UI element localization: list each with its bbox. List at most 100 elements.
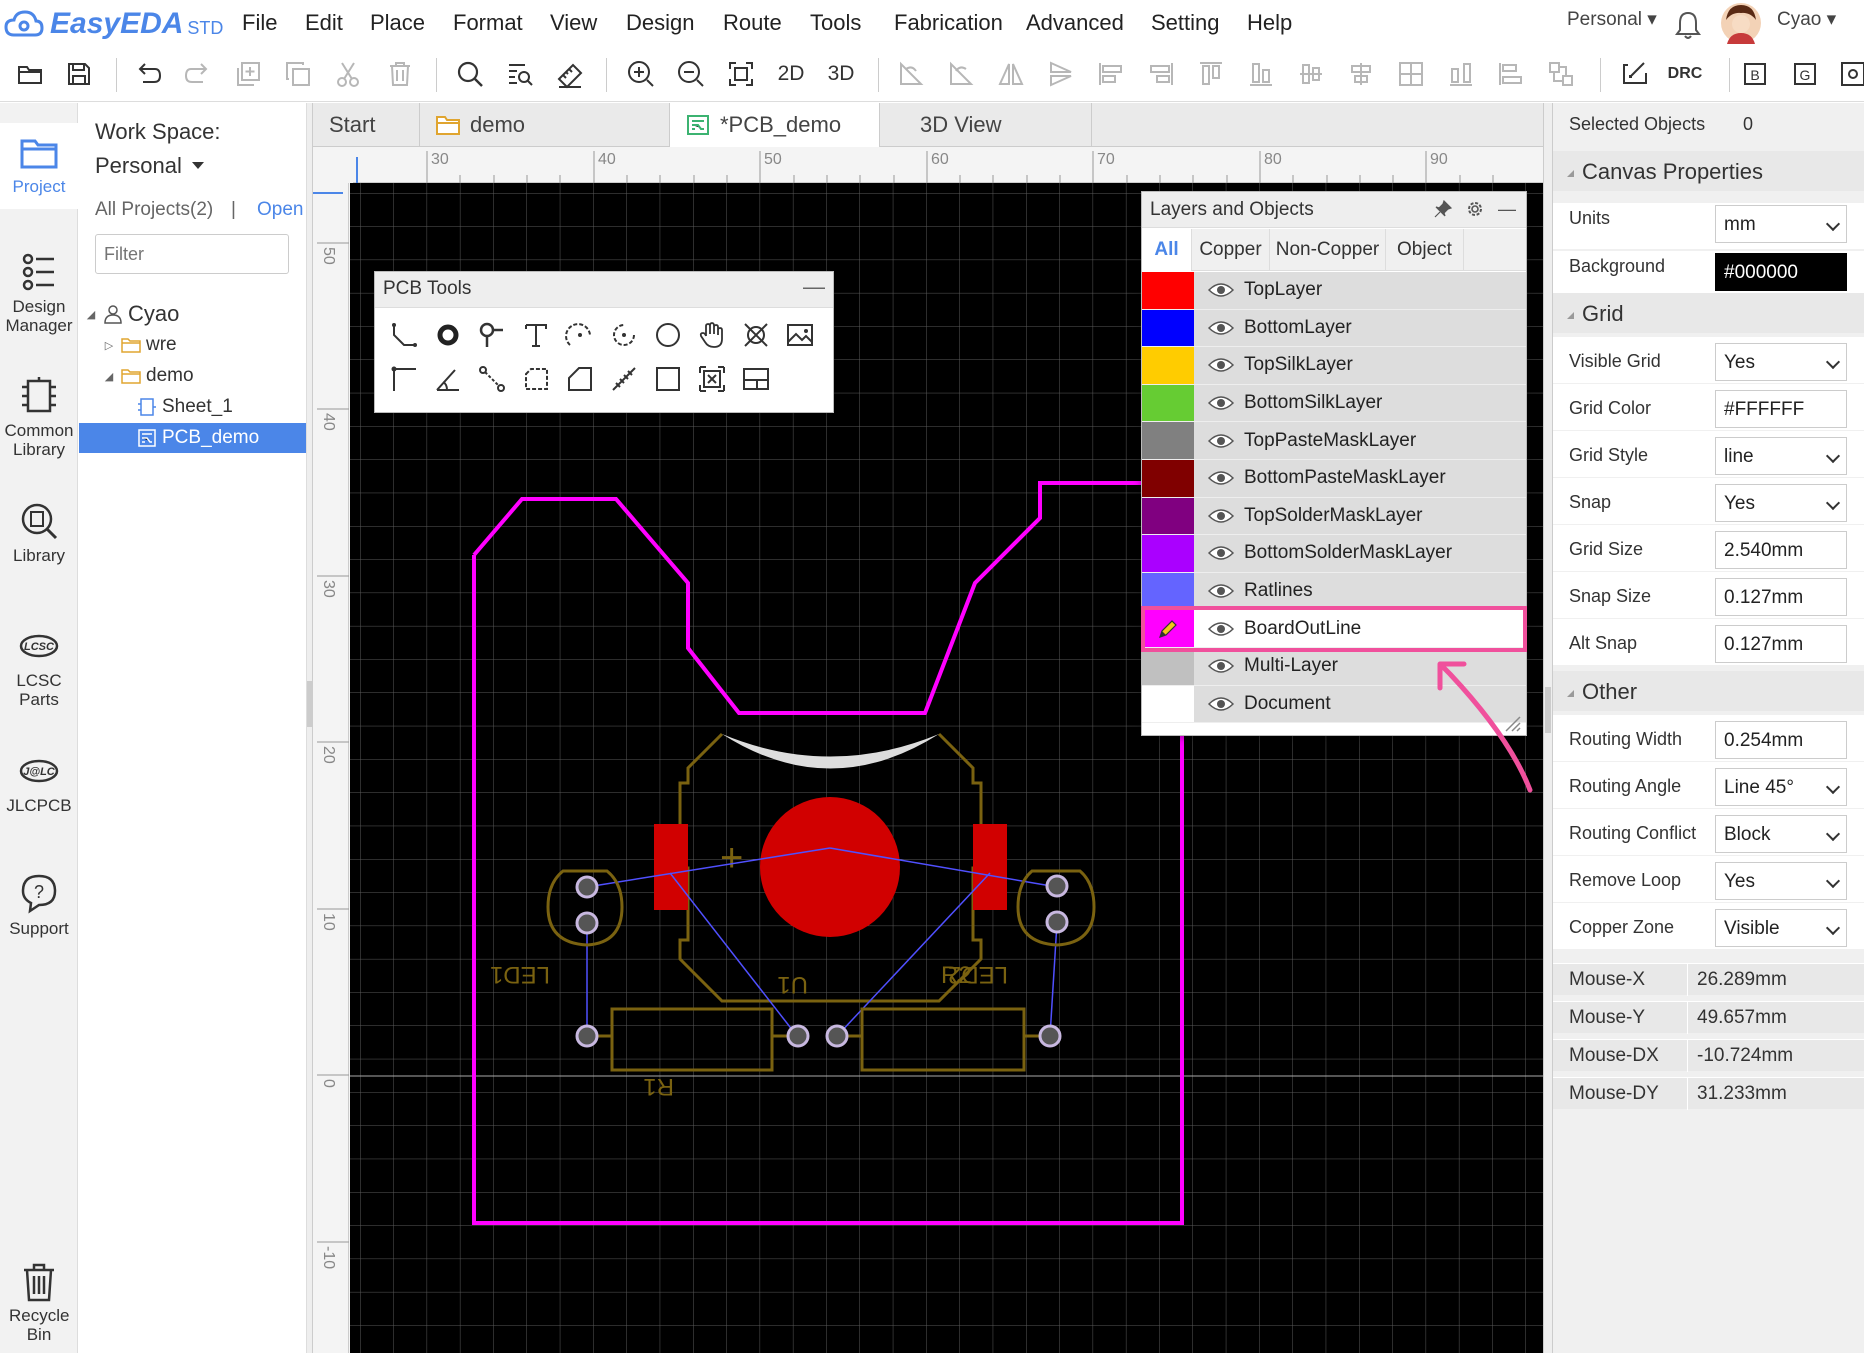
pcb-tools-header[interactable]: PCB Tools —	[375, 272, 833, 308]
led2-pad2[interactable]	[1045, 910, 1069, 934]
save-button[interactable]	[61, 56, 97, 92]
settings-button[interactable]	[1835, 56, 1864, 92]
menu-help[interactable]: Help	[1247, 10, 1292, 36]
tab-demo[interactable]: demo	[420, 103, 670, 147]
pad-tool[interactable]	[430, 317, 466, 353]
layer-row[interactable]: BottomSilkLayer	[1142, 384, 1526, 423]
nav-jlcpcb[interactable]: J@LC JLCPCB	[0, 748, 78, 815]
layer-row[interactable]: TopLayer	[1142, 272, 1526, 310]
undo-button[interactable]	[130, 56, 166, 92]
align-right-button[interactable]	[1143, 56, 1179, 92]
grid-section[interactable]: Grid	[1553, 293, 1864, 333]
arc-2-tool[interactable]	[606, 317, 642, 353]
eye-icon[interactable]	[1206, 696, 1236, 712]
tab-3d-view[interactable]: 3D View	[880, 103, 1092, 147]
text-tool[interactable]	[518, 317, 554, 353]
align-left-button[interactable]	[1093, 56, 1129, 92]
layer-row[interactable]: BottomLayer	[1142, 309, 1526, 348]
copy-button[interactable]	[280, 56, 316, 92]
group-button[interactable]	[1543, 56, 1579, 92]
layer-color-swatch[interactable]	[1142, 422, 1194, 459]
remove-loop-select[interactable]: Yes	[1715, 862, 1847, 900]
eye-icon[interactable]	[1206, 282, 1236, 298]
layer-color-swatch[interactable]	[1142, 648, 1194, 685]
align-center-v-button[interactable]	[1293, 56, 1329, 92]
menu-file[interactable]: File	[242, 10, 277, 36]
units-select[interactable]: mm	[1715, 205, 1847, 243]
layer-row[interactable]: TopSolderMaskLayer	[1142, 497, 1526, 536]
find-similar-button[interactable]	[502, 56, 538, 92]
workspace-dropdown[interactable]: Personal ▾	[1567, 8, 1657, 31]
layer-row[interactable]: Ratlines	[1142, 572, 1526, 611]
bell-icon[interactable]	[1674, 10, 1702, 40]
routing-conflict-select[interactable]: Block	[1715, 815, 1847, 853]
collapse-handle[interactable]	[307, 681, 312, 727]
menu-edit[interactable]: Edit	[305, 10, 343, 36]
eye-icon[interactable]	[1206, 621, 1236, 637]
view-2d-button[interactable]: 2D	[773, 56, 809, 92]
menu-tools[interactable]: Tools	[810, 10, 861, 36]
led-pad-right[interactable]	[973, 824, 1007, 910]
nav-recycle-bin[interactable]: Recycle Bin	[0, 1258, 78, 1344]
tree-item-sheet[interactable]: Sheet_1	[79, 392, 306, 422]
background-color-input[interactable]: #000000	[1715, 253, 1847, 291]
eye-icon[interactable]	[1206, 508, 1236, 524]
eye-icon[interactable]	[1206, 470, 1236, 486]
arc-tool[interactable]	[562, 317, 598, 353]
protractor-tool[interactable]	[430, 361, 466, 397]
align-grid-button[interactable]	[1393, 56, 1429, 92]
tree-expand-icon[interactable]: ◢	[103, 370, 115, 383]
r1-pad2[interactable]	[786, 1024, 810, 1048]
distribute-v-button[interactable]	[1493, 56, 1529, 92]
tree-folder-wre[interactable]: ▷ wre	[79, 330, 306, 360]
layers-header[interactable]: Layers and Objects —	[1142, 192, 1526, 228]
eye-icon[interactable]	[1206, 433, 1236, 449]
copper-zone-select[interactable]: Visible	[1715, 909, 1847, 947]
menu-route[interactable]: Route	[723, 10, 782, 36]
menu-design[interactable]: Design	[626, 10, 694, 36]
eye-icon[interactable]	[1206, 395, 1236, 411]
grid-style-select[interactable]: line	[1715, 437, 1847, 475]
grid-color-input[interactable]: #FFFFFF	[1715, 390, 1847, 428]
image-tool[interactable]	[782, 317, 818, 353]
snap-size-input[interactable]: 0.127mm	[1715, 578, 1847, 616]
eye-icon[interactable]	[1206, 583, 1236, 599]
measure-tool[interactable]	[606, 361, 642, 397]
layer-color-swatch[interactable]	[1142, 309, 1194, 347]
search-button[interactable]	[452, 56, 488, 92]
other-section[interactable]: Other	[1553, 671, 1864, 711]
r1-pad1[interactable]	[575, 1024, 599, 1048]
eye-icon[interactable]	[1206, 545, 1236, 561]
layers-tab-non-copper[interactable]: Non-Copper	[1270, 229, 1386, 271]
solid-region-tool[interactable]	[562, 361, 598, 397]
group-tool[interactable]	[694, 361, 730, 397]
pin-icon[interactable]	[1432, 198, 1454, 220]
nav-common-library[interactable]: Common Library	[0, 373, 78, 459]
layer-color-swatch[interactable]	[1142, 460, 1194, 497]
routing-angle-select[interactable]: Line 45°	[1715, 768, 1847, 806]
led2-pad1[interactable]	[1045, 874, 1069, 898]
workspace-select[interactable]: Personal	[95, 153, 204, 179]
all-projects-label[interactable]: All Projects(2)	[95, 199, 213, 221]
led1-pad1[interactable]	[575, 875, 599, 899]
nav-support[interactable]: ? Support	[0, 871, 78, 938]
flip-vertical-button[interactable]	[1043, 56, 1079, 92]
menu-view[interactable]: View	[550, 10, 597, 36]
open-folder-button[interactable]	[12, 56, 48, 92]
delete-button[interactable]	[382, 56, 418, 92]
eye-icon[interactable]	[1206, 320, 1236, 336]
layer-row[interactable]: TopPasteMaskLayer	[1142, 422, 1526, 460]
zoom-in-button[interactable]	[623, 56, 659, 92]
layer-row[interactable]: BottomPasteMaskLayer	[1142, 460, 1526, 498]
pan-tool[interactable]	[694, 317, 730, 353]
tree-expand-icon[interactable]: ◢	[85, 308, 97, 321]
r2-pad2[interactable]	[1038, 1024, 1062, 1048]
tree-folder-demo[interactable]: ◢ demo	[79, 361, 306, 391]
duplicate-button[interactable]	[230, 56, 266, 92]
layer-color-swatch[interactable]	[1142, 610, 1194, 647]
layers-tab-all[interactable]: All	[1142, 229, 1192, 271]
distribute-h-button[interactable]	[1443, 56, 1479, 92]
eye-icon[interactable]	[1206, 658, 1236, 674]
project-filter-input[interactable]	[95, 234, 289, 274]
circle-tool[interactable]	[650, 317, 686, 353]
